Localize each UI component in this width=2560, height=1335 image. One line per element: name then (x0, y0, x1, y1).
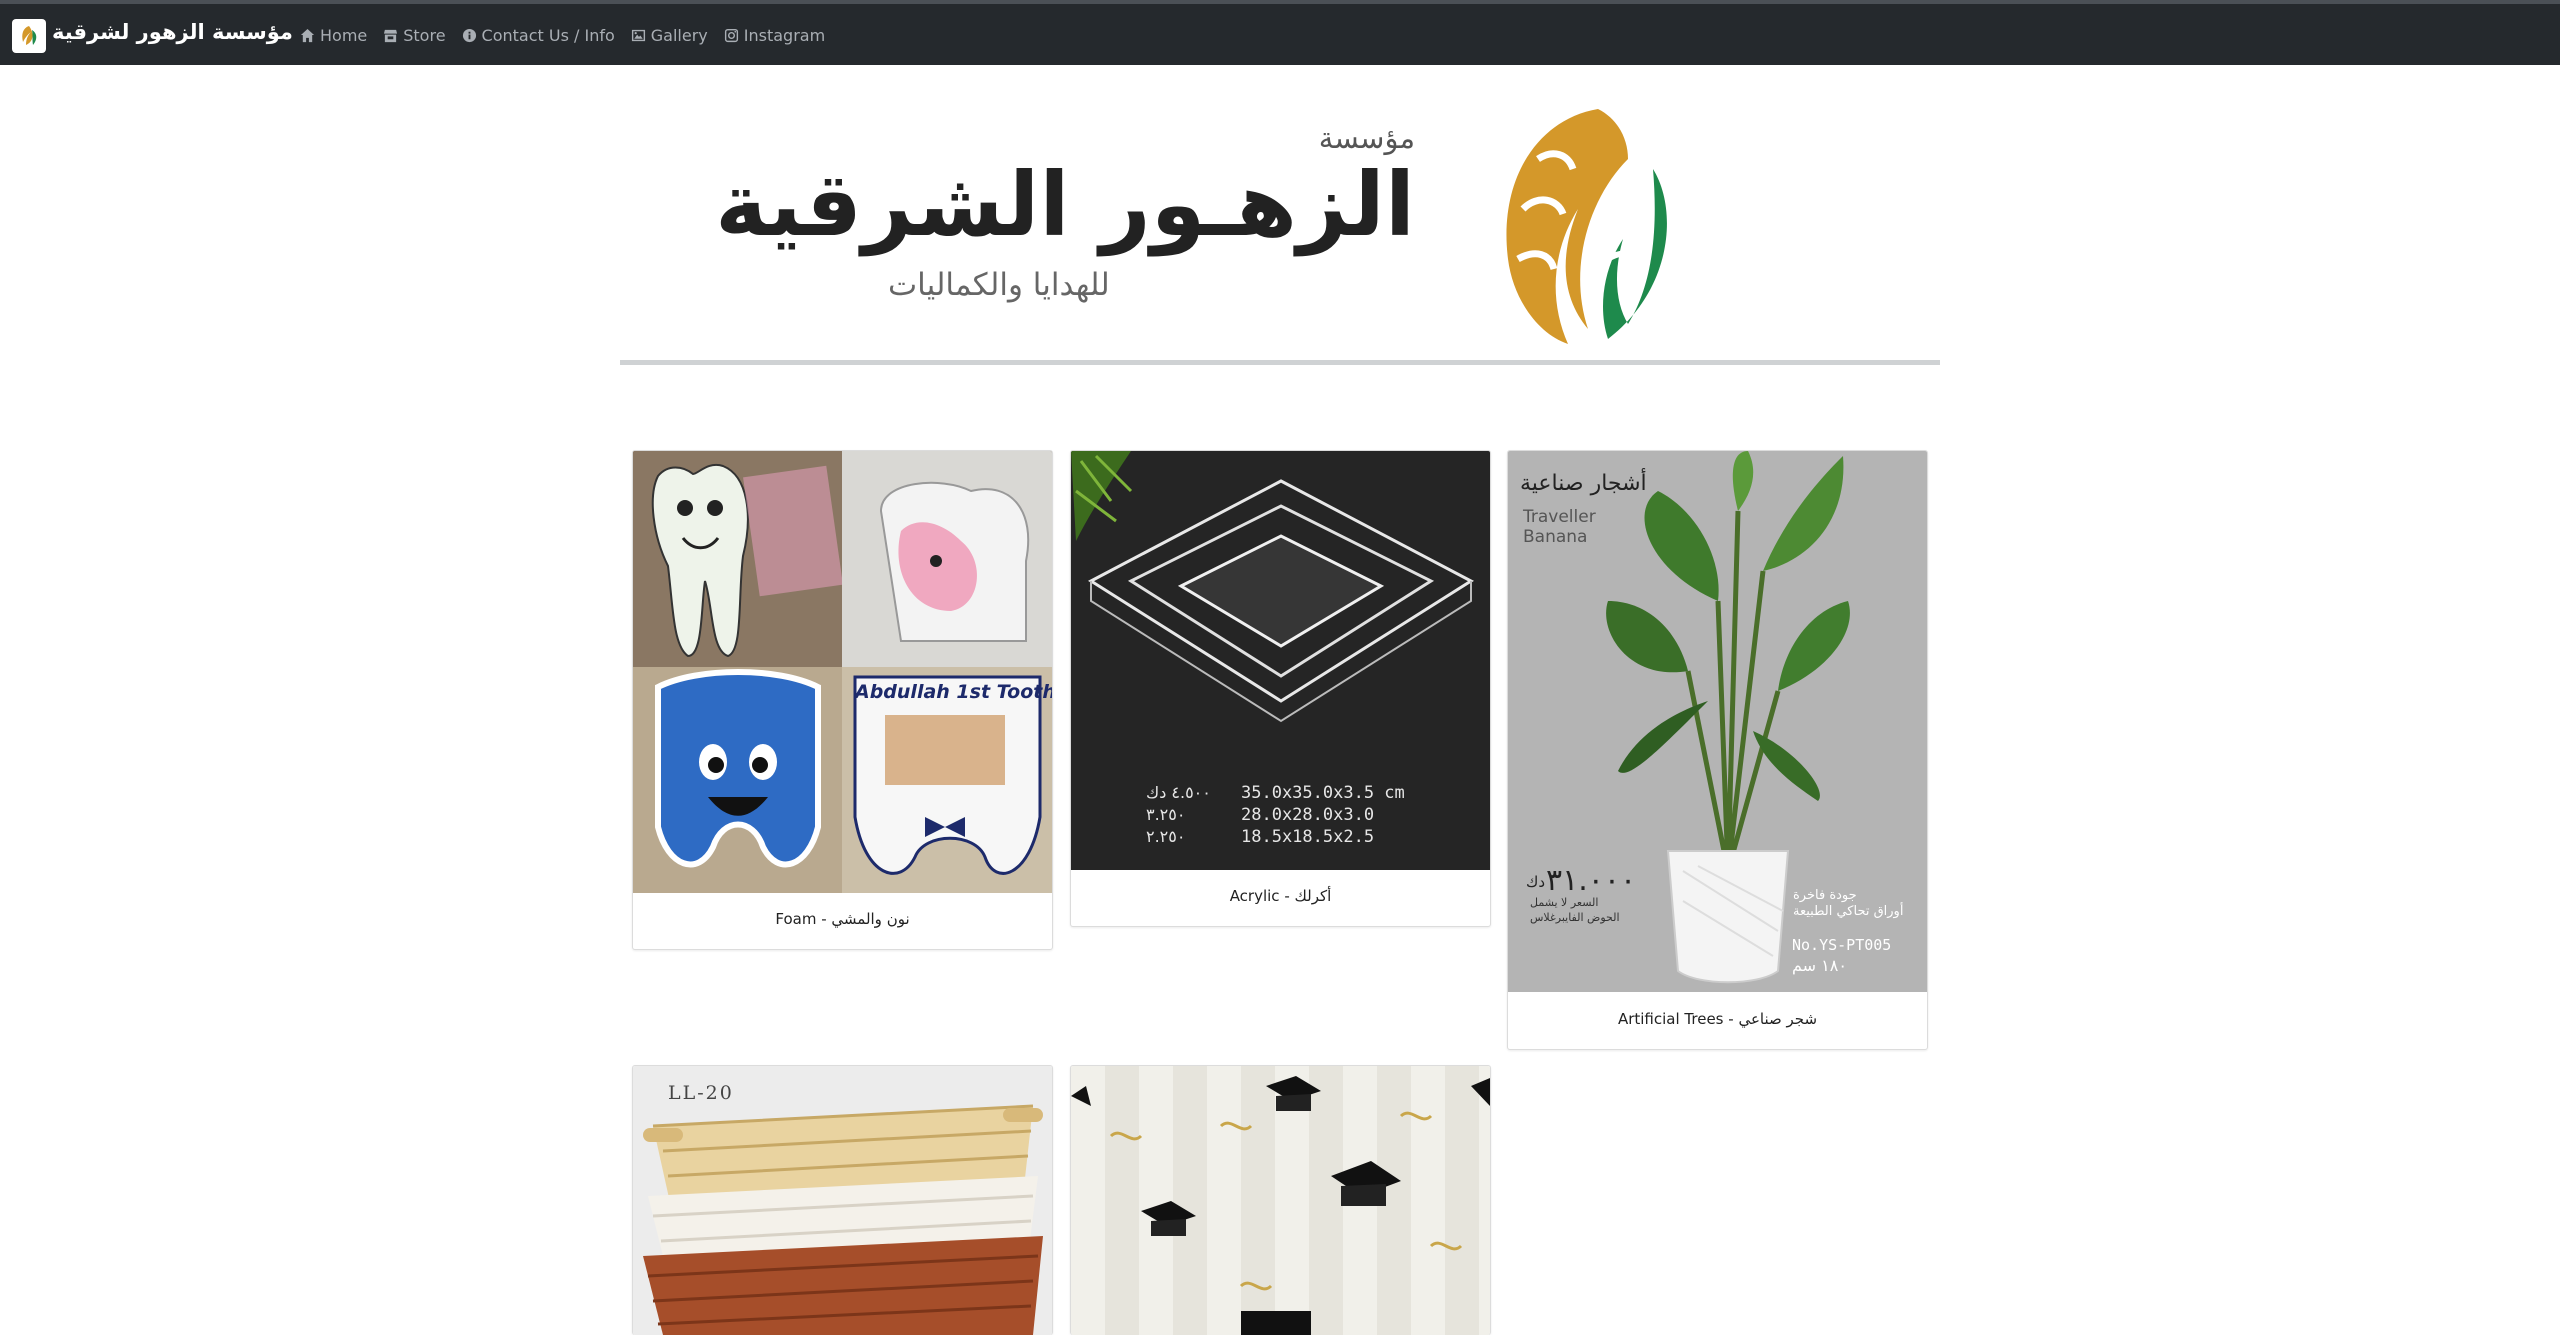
elephant-chair-icon (879, 481, 1030, 642)
nav-gallery-label: Gallery (650, 26, 708, 45)
info-icon (462, 28, 476, 43)
trees-name-line2: Banana (1523, 527, 1588, 547)
product-image-baskets[interactable]: LL-20 (633, 1066, 1052, 1335)
nav-contact-label: Contact Us / Info (481, 26, 615, 45)
trees-title: أشجار صناعية (1520, 471, 1647, 496)
trees-currency: دك (1526, 873, 1546, 891)
tooth-sign-icon (651, 463, 749, 658)
nav-store-link[interactable]: Store (383, 26, 446, 45)
nav-store-label: Store (403, 26, 446, 45)
acrylic-size-1: 35.0x35.0x3.5 cm (1241, 783, 1405, 803)
image-icon (631, 29, 645, 42)
acrylic-price-2: ٣.٢٥٠ (1146, 805, 1186, 824)
nav-instagram-link[interactable]: Instagram (724, 26, 825, 45)
product-card-artificial-trees[interactable]: أشجار صناعية Traveller Banana ٣١.٠٠٠ دك … (1507, 450, 1928, 1050)
nav-home-label: Home (320, 26, 368, 45)
nav-menu: Home Store Contact Us / Info Gallery Ins… (300, 26, 825, 45)
trees-code: No.YS-PT005 (1792, 936, 1892, 954)
product-card-baskets[interactable]: LL-20 (632, 1065, 1053, 1335)
product-card-acrylic[interactable]: 35.0x35.0x3.5 cm 28.0x28.0x3.0 18.5x18.5… (1070, 450, 1491, 927)
header-banner: مؤسسة الزهـور الشرقية للهدايا والكماليات (715, 95, 1690, 355)
banner-title: الزهـور الشرقية (715, 153, 1415, 256)
product-caption-artificial-trees[interactable]: شجر صناعي - Artificial Trees (1508, 1010, 1927, 1028)
instagram-icon (724, 28, 738, 43)
banner-subtitle: للهدايا والكماليات (888, 267, 1110, 303)
company-emblem-icon (1506, 109, 1667, 344)
acrylic-price-3: ٢.٢٥٠ (1146, 827, 1186, 846)
trees-note-line1: السعر لا يشمل (1530, 896, 1599, 909)
product-card-foam[interactable]: Abdullah 1st Tooth! نون والمشي - Foam (632, 450, 1053, 950)
acrylic-size-2: 28.0x28.0x3.0 (1241, 805, 1375, 825)
product-caption-acrylic[interactable]: أكرلك - Acrylic (1071, 887, 1490, 905)
acrylic-size-3: 18.5x18.5x2.5 (1241, 827, 1375, 847)
product-card-graduation[interactable] (1070, 1065, 1491, 1335)
trees-name-line1: Traveller (1523, 507, 1596, 527)
trees-height: ١٨٠ سم (1792, 956, 1847, 975)
wicker-baskets-icon (643, 1104, 1043, 1335)
product-image-foam[interactable]: Abdullah 1st Tooth! (633, 451, 1052, 893)
nav-home-link[interactable]: Home (300, 26, 367, 45)
banner-small-text: مؤسسة (1318, 121, 1415, 155)
product-image-acrylic[interactable]: 35.0x35.0x3.5 cm 28.0x28.0x3.0 18.5x18.5… (1071, 451, 1490, 870)
store-icon (384, 29, 398, 43)
basket-code: LL-20 (668, 1082, 734, 1104)
product-image-graduation[interactable] (1071, 1066, 1490, 1335)
brand-logo-icon[interactable] (12, 19, 46, 53)
acrylic-price-1: ٤.٥٠٠ دك (1146, 783, 1211, 802)
trees-price: ٣١.٠٠٠ (1546, 863, 1637, 898)
product-image-artificial-trees[interactable]: أشجار صناعية Traveller Banana ٣١.٠٠٠ دك … (1508, 451, 1927, 992)
trees-quality-line2: أوراق تحاكي الطبيعة (1793, 904, 1904, 919)
nav-gallery-link[interactable]: Gallery (631, 26, 708, 45)
home-icon (300, 28, 315, 43)
nav-instagram-label: Instagram (743, 26, 826, 45)
blue-tooth-chair-icon (655, 669, 821, 868)
header-divider (620, 360, 1940, 365)
top-navbar: مؤسسة الزهور لشرقية Home Store Contact U… (0, 0, 2560, 65)
tooth-board-label: Abdullah 1st Tooth! (855, 681, 1052, 703)
graduation-caps-icon (1071, 1076, 1490, 1335)
nav-contact-link[interactable]: Contact Us / Info (462, 26, 615, 45)
trees-quality-line1: جودة فاخرة (1793, 888, 1857, 903)
trees-note-line2: الحوض الفايبرغلاس (1530, 911, 1620, 924)
brand-name[interactable]: مؤسسة الزهور لشرقية (52, 20, 293, 44)
product-caption-foam[interactable]: نون والمشي - Foam (633, 910, 1052, 928)
